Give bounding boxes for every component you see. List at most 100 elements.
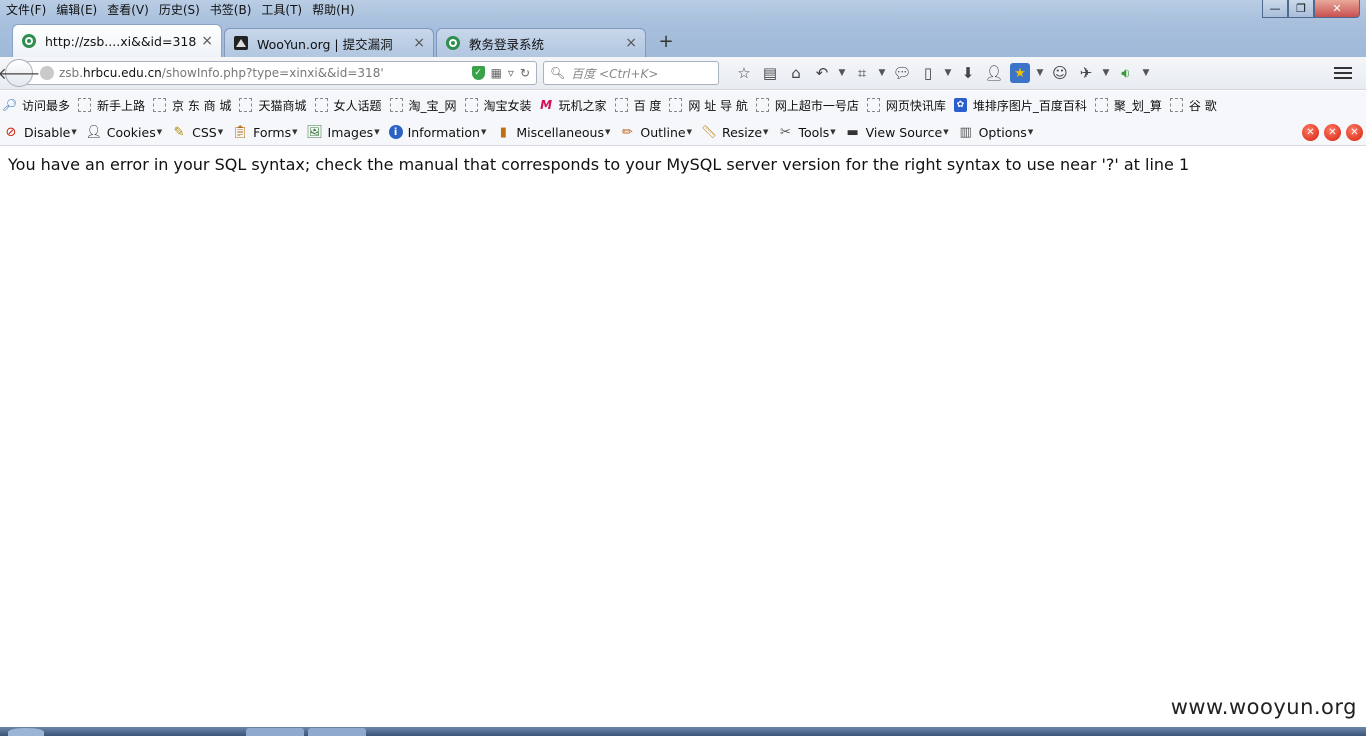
tab-close-icon[interactable]: × xyxy=(625,35,637,51)
page-content: You have an error in your SQL syntax; ch… xyxy=(0,147,1366,727)
title-bar: 文件(F) 编辑(E) 查看(V) 历史(S) 书签(B) 工具(T) 帮助(H… xyxy=(0,0,1366,57)
search-input[interactable]: 🔍︎ 百度 <Ctrl+K> xyxy=(543,61,719,85)
crop-icon[interactable]: ⌗ xyxy=(849,61,875,85)
bookmark-item[interactable]: 淘宝女装 xyxy=(464,97,532,114)
bookmark-item[interactable]: 网 址 导 航 xyxy=(669,97,748,114)
menu-view[interactable]: 查看(V) xyxy=(103,0,155,20)
page-icon xyxy=(239,98,253,112)
tab-zsb[interactable]: http://zsb....xi&&id=318' × xyxy=(12,24,222,57)
close-icon[interactable]: ✕ xyxy=(1324,124,1341,141)
bookmark-item[interactable]: M 玩机之家 xyxy=(540,97,607,114)
close-icon[interactable]: ✕ xyxy=(1302,124,1319,141)
chevron-down-icon[interactable]: ▼ xyxy=(835,61,849,85)
dev-menu-disable[interactable]: ⊘ Disable ▼ xyxy=(3,124,77,140)
chevron-down-icon[interactable]: ▼ xyxy=(1033,61,1047,85)
page-icon xyxy=(866,98,880,112)
undo-icon[interactable]: ↶ xyxy=(809,61,835,85)
dev-menu-outline[interactable]: ✏︎ Outline ▼ xyxy=(619,124,692,140)
emoji-icon[interactable]: ☺ xyxy=(1047,61,1073,85)
close-window-button[interactable]: ✕ xyxy=(1314,0,1360,18)
tab-jiaowu[interactable]: 教务登录系统 × xyxy=(436,28,646,57)
menu-edit[interactable]: 编辑(E) xyxy=(52,0,103,20)
url-text[interactable]: zsb.hrbcu.edu.cn/showInfo.php?type=xinxi… xyxy=(59,66,472,80)
bookmark-item[interactable]: 🔎︎ 访问最多 xyxy=(2,97,70,114)
qr-code-icon[interactable]: ▦ xyxy=(491,66,502,80)
sql-error-message: You have an error in your SQL syntax; ch… xyxy=(8,155,1190,174)
page-icon xyxy=(389,98,403,112)
menu-icon[interactable] xyxy=(1334,62,1356,84)
window-controls: — ❐ ✕ xyxy=(1262,0,1360,18)
chevron-down-icon[interactable]: ▼ xyxy=(875,61,889,85)
menu-bookmarks[interactable]: 书签(B) xyxy=(206,0,258,20)
url-bar[interactable]: zsb.hrbcu.edu.cn/showInfo.php?type=xinxi… xyxy=(27,61,537,85)
book-icon: ▮ xyxy=(499,124,507,140)
tab-title: 教务登录系统 xyxy=(469,36,545,52)
dev-menu-information[interactable]: i Information ▼ xyxy=(388,125,486,140)
dev-menu-cookies[interactable]: 👤︎ Cookies ▼ xyxy=(86,124,163,140)
bookmark-item[interactable]: 网上超市一号店 xyxy=(755,97,859,114)
extension-icon[interactable]: ✈ xyxy=(1073,61,1099,85)
bookmark-item[interactable]: 百 度 xyxy=(614,97,661,114)
favorites-icon[interactable]: ★ xyxy=(1010,63,1030,83)
new-tab-button[interactable]: + xyxy=(652,27,680,55)
bookmark-item[interactable]: 谷 歌 xyxy=(1169,97,1217,114)
watermark: www.wooyun.org xyxy=(1170,695,1357,719)
back-button[interactable]: 🡐 xyxy=(0,59,40,87)
page-icon xyxy=(614,98,628,112)
bookmark-item[interactable]: 新手上路 xyxy=(78,97,145,114)
dropdown-icon[interactable]: ▿ xyxy=(508,66,514,80)
chevron-down-icon[interactable]: ▼ xyxy=(1099,61,1113,85)
bookmark-item[interactable]: 淘_宝_网 xyxy=(389,97,457,114)
account-icon[interactable]: 👤︎ xyxy=(981,61,1007,85)
bookmark-item[interactable]: 天猫商城 xyxy=(239,97,307,114)
arrow-left-icon: 🡐 xyxy=(0,64,41,83)
dev-menu-css[interactable]: ✎ CSS ▼ xyxy=(171,124,223,140)
taskbar-start-button[interactable] xyxy=(8,728,44,736)
chevron-down-icon[interactable]: ▼ xyxy=(1139,61,1153,85)
close-icon[interactable]: ✕ xyxy=(1346,124,1363,141)
bookmark-item[interactable]: ✿ 堆排序图片_百度百科 xyxy=(953,97,1087,114)
shield-icon[interactable]: ✓ xyxy=(471,66,485,80)
tab-close-icon[interactable]: × xyxy=(413,35,425,51)
dev-menu-view-source[interactable]: ▬ View Source ▼ xyxy=(845,124,948,140)
dev-menu-miscellaneous[interactable]: ▮ Miscellaneous ▼ xyxy=(495,124,611,140)
taskbar-item[interactable] xyxy=(246,728,304,736)
dev-menu-resize[interactable]: 📏︎ Resize ▼ xyxy=(700,124,769,140)
screenshot-icon[interactable]: ▯ xyxy=(915,61,941,85)
download-icon[interactable]: ⬇ xyxy=(955,61,981,85)
reading-list-icon[interactable]: ▤ xyxy=(757,61,783,85)
chevron-down-icon[interactable]: ▼ xyxy=(941,61,955,85)
m-logo-icon: M xyxy=(540,98,553,112)
chat-bubble-icon[interactable]: 💬︎ xyxy=(889,61,915,85)
page-icon xyxy=(1094,98,1108,112)
dev-menu-options[interactable]: ▥ Options ▼ xyxy=(958,124,1033,140)
reload-icon[interactable]: ↻ xyxy=(520,66,530,80)
search-placeholder: 百度 <Ctrl+K> xyxy=(571,66,659,81)
menu-history[interactable]: 历史(S) xyxy=(155,0,206,20)
home-icon[interactable]: ⌂ xyxy=(783,61,809,85)
volume-icon[interactable]: 🔉︎ xyxy=(1113,61,1139,85)
tab-wooyun[interactable]: WooYun.org | 提交漏洞 × xyxy=(224,28,434,57)
page-icon xyxy=(153,98,167,112)
bookmark-item[interactable]: 京 东 商 城 xyxy=(153,97,231,114)
page-icon xyxy=(78,98,92,112)
page-icon xyxy=(1169,98,1183,112)
bookmark-item[interactable]: 聚_划_算 xyxy=(1094,97,1162,114)
menu-help[interactable]: 帮助(H) xyxy=(308,0,360,20)
taskbar-item[interactable] xyxy=(308,728,366,736)
maximize-button[interactable]: ❐ xyxy=(1288,0,1314,18)
wrench-icon: ✂︎ xyxy=(779,124,791,140)
bookmark-item[interactable]: 网页快讯库 xyxy=(866,97,946,114)
bookmark-star-icon[interactable]: ☆ xyxy=(731,61,757,85)
dev-menu-forms[interactable]: 📋︎ Forms ▼ xyxy=(232,124,298,140)
url-actions: ✓ ▦ ▿ ↻ xyxy=(471,66,536,80)
menu-file[interactable]: 文件(F) xyxy=(2,0,52,20)
minimize-button[interactable]: — xyxy=(1262,0,1288,18)
dev-menu-images[interactable]: 🖼︎ Images ▼ xyxy=(306,124,379,140)
menu-tools[interactable]: 工具(T) xyxy=(257,0,308,20)
tab-close-icon[interactable]: × xyxy=(201,33,213,49)
bookmark-item[interactable]: 女人话题 xyxy=(314,97,382,114)
ruler-icon: 📏︎ xyxy=(700,124,718,140)
menu-bar: 文件(F) 编辑(E) 查看(V) 历史(S) 书签(B) 工具(T) 帮助(H… xyxy=(0,0,361,20)
dev-menu-tools[interactable]: ✂︎ Tools ▼ xyxy=(777,124,836,140)
